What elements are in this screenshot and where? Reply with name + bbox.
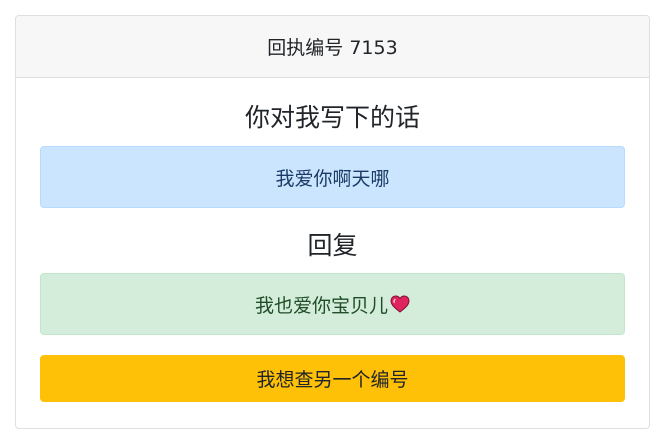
reply-title: 回复 (307, 231, 358, 260)
receipt-number-header: 回执编号 7153 (16, 16, 649, 78)
message-text: 我爱你啊天哪 (275, 167, 390, 190)
reply-text: 我也爱你宝贝儿 (254, 294, 388, 317)
message-title: 你对我写下的话 (244, 103, 420, 132)
receipt-card: 回执编号 7153 你对我写下的话 我爱你啊天哪 回复 我也爱你宝贝儿 我想查另… (15, 15, 650, 429)
reply-box: 我也爱你宝贝儿 (40, 273, 625, 335)
card-body: 你对我写下的话 我爱你啊天哪 回复 我也爱你宝贝儿 我想查另一个编号 (16, 105, 649, 402)
heart-icon (390, 295, 410, 313)
message-box: 我爱你啊天哪 (40, 146, 625, 208)
lookup-another-number-button[interactable]: 我想查另一个编号 (40, 355, 625, 402)
